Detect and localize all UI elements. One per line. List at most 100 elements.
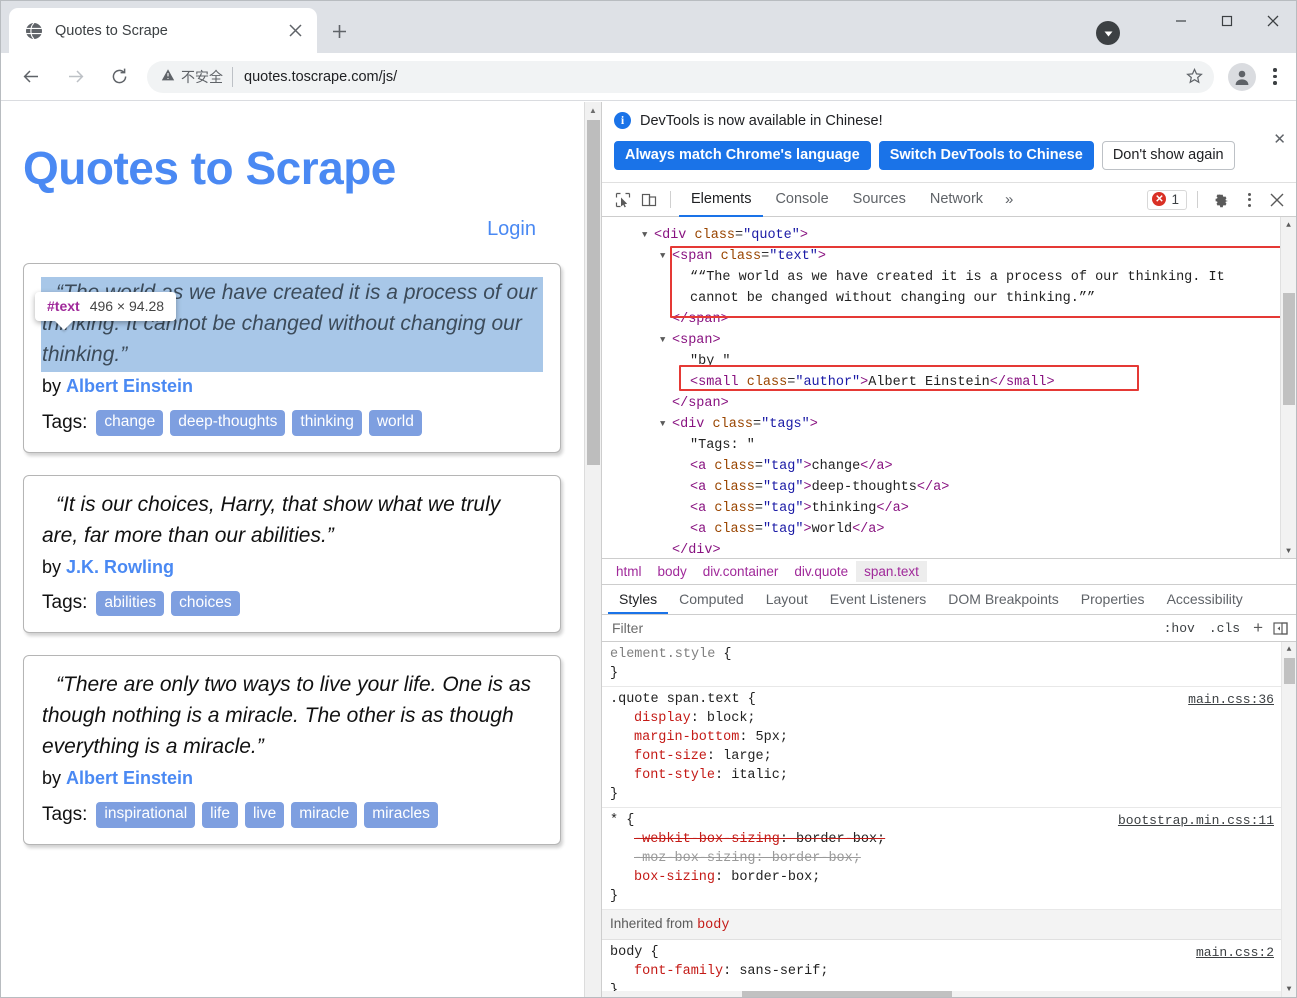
breadcrumb-item[interactable]: span.text: [856, 561, 927, 582]
expand-triangle-icon[interactable]: ▼: [660, 330, 665, 351]
device-toolbar-icon[interactable]: [636, 187, 662, 213]
breadcrumb-item[interactable]: html: [608, 561, 650, 582]
more-tabs-icon[interactable]: »: [995, 191, 1023, 208]
sidebar-tab-event-listeners[interactable]: Event Listeners: [819, 585, 938, 614]
dom-node-line[interactable]: "by ": [654, 351, 1272, 372]
css-rule[interactable]: main.css:2 body {font-family: sans-serif;…: [602, 940, 1296, 997]
new-tab-button[interactable]: [325, 17, 353, 45]
expand-triangle-icon[interactable]: ▼: [660, 414, 665, 435]
tab-sources[interactable]: Sources: [841, 183, 918, 217]
sidebar-tab-dom-breakpoints[interactable]: DOM Breakpoints: [937, 585, 1069, 614]
css-declaration[interactable]: font-size: large;: [610, 747, 1276, 766]
dom-node-line[interactable]: ▼ <span>: [654, 330, 1272, 351]
dont-show-again-button[interactable]: Don't show again: [1101, 141, 1235, 170]
tag-link[interactable]: life: [202, 802, 238, 828]
scroll-down-icon[interactable]: ▼: [1282, 982, 1296, 997]
scroll-up-icon[interactable]: ▲: [1282, 642, 1296, 657]
dom-node-line[interactable]: <small class="author">Albert Einstein</s…: [654, 372, 1272, 393]
tag-link[interactable]: change: [96, 409, 164, 436]
scrollbar-thumb[interactable]: [1283, 293, 1295, 405]
dom-node-line[interactable]: <a class="tag">world</a>: [654, 519, 1272, 540]
css-declaration[interactable]: font-style: italic;: [610, 766, 1276, 785]
gear-icon[interactable]: [1208, 187, 1234, 213]
css-declaration[interactable]: margin-bottom: 5px;: [610, 728, 1276, 747]
css-source-link[interactable]: bootstrap.min.css:11: [1118, 811, 1274, 830]
styles-scrollbar[interactable]: ▲ ▼: [1281, 642, 1296, 997]
tag-link[interactable]: inspirational: [96, 802, 196, 828]
dom-tree-scrollbar[interactable]: ▲ ▼: [1280, 217, 1296, 558]
tag-link[interactable]: thinking: [292, 409, 362, 436]
sidebar-tab-styles[interactable]: Styles: [608, 585, 669, 614]
dom-node-line[interactable]: <a class="tag">thinking</a>: [654, 498, 1272, 519]
toggle-sidebar-icon[interactable]: [1269, 621, 1296, 636]
dom-node-line[interactable]: </span>: [654, 309, 1272, 330]
forward-icon[interactable]: [59, 61, 91, 93]
switch-to-chinese-button[interactable]: Switch DevTools to Chinese: [878, 141, 1094, 170]
sidebar-tab-accessibility[interactable]: Accessibility: [1156, 585, 1254, 614]
breadcrumb-item[interactable]: div.quote: [786, 561, 856, 582]
tab-console[interactable]: Console: [763, 183, 840, 217]
browser-tab[interactable]: Quotes to Scrape: [9, 8, 317, 53]
css-declaration[interactable]: -webkit-box-sizing: border-box;: [610, 830, 1276, 849]
styles-pane[interactable]: element.style {} main.css:36 .quote span.t…: [602, 642, 1296, 997]
quote-author[interactable]: J.K. Rowling: [66, 557, 174, 577]
dom-node-line[interactable]: cannot be changed without changing our t…: [654, 288, 1272, 309]
quote-author[interactable]: Albert Einstein: [66, 376, 193, 396]
bookmark-star-icon[interactable]: [1180, 68, 1208, 85]
dom-node-line[interactable]: <a class="tag">change</a>: [654, 456, 1272, 477]
tab-network[interactable]: Network: [918, 183, 995, 217]
back-icon[interactable]: [15, 61, 47, 93]
dom-node-line[interactable]: ▼ <div class="tags">: [654, 414, 1272, 435]
scrollbar-thumb[interactable]: [1284, 658, 1295, 684]
dom-tree[interactable]: ▼ <div class="quote"> ▼ <span class="text">…: [602, 217, 1296, 559]
dom-node-line[interactable]: ▼ <div class="quote">: [642, 225, 1272, 246]
sidebar-tab-layout[interactable]: Layout: [755, 585, 819, 614]
scroll-up-icon[interactable]: ▲: [585, 102, 601, 119]
page-scrollbar[interactable]: ▲: [584, 102, 601, 997]
download-indicator-icon[interactable]: [1096, 21, 1120, 45]
tag-link[interactable]: world: [368, 409, 422, 436]
scroll-down-icon[interactable]: ▼: [1281, 543, 1296, 558]
tag-link[interactable]: live: [244, 802, 285, 828]
horizontal-scrollbar-thumb[interactable]: [742, 991, 952, 997]
close-window-button[interactable]: [1250, 1, 1296, 41]
tag-link[interactable]: miracle: [291, 802, 358, 828]
dom-node-line[interactable]: <a class="tag">deep-thoughts</a>: [654, 477, 1272, 498]
sidebar-tab-properties[interactable]: Properties: [1070, 585, 1156, 614]
cls-toggle[interactable]: .cls: [1202, 621, 1247, 636]
css-selector[interactable]: body {: [610, 943, 1276, 962]
css-selector[interactable]: element.style {: [610, 645, 1276, 664]
avatar[interactable]: [1228, 62, 1256, 91]
sidebar-tab-computed[interactable]: Computed: [668, 585, 755, 614]
chrome-menu-icon[interactable]: [1262, 68, 1288, 85]
devtools-menu-icon[interactable]: [1236, 187, 1262, 213]
css-rule[interactable]: bootstrap.min.css:11 * {-webkit-box-sizin…: [602, 808, 1296, 910]
reload-icon[interactable]: [103, 61, 135, 93]
css-declaration[interactable]: font-family: sans-serif;: [610, 962, 1276, 981]
tag-link[interactable]: abilities: [96, 590, 165, 617]
address-bar[interactable]: 不安全 quotes.toscrape.com/js/: [147, 60, 1214, 93]
tag-link[interactable]: deep-thoughts: [170, 409, 286, 436]
always-match-language-button[interactable]: Always match Chrome's language: [614, 141, 871, 170]
expand-triangle-icon[interactable]: ▼: [660, 246, 665, 267]
close-icon[interactable]: [283, 19, 307, 43]
error-count-badge[interactable]: ✕ 1: [1147, 189, 1187, 210]
close-notice-icon[interactable]: ✕: [1273, 130, 1286, 148]
dom-node-line[interactable]: </div>: [654, 540, 1272, 558]
css-declaration[interactable]: display: block;: [610, 709, 1276, 728]
search-input[interactable]: [610, 619, 1157, 637]
dom-node-line[interactable]: </span>: [654, 393, 1272, 414]
close-devtools-icon[interactable]: [1264, 187, 1290, 213]
dom-node-line[interactable]: ▼ <span class="text">: [654, 246, 1272, 267]
css-selector[interactable]: .quote span.text {: [610, 690, 1276, 709]
dom-node-line[interactable]: ““The world as we have created it is a p…: [654, 267, 1272, 288]
tab-elements[interactable]: Elements: [679, 183, 764, 217]
hov-toggle[interactable]: :hov: [1157, 621, 1202, 636]
new-style-rule-icon[interactable]: +: [1247, 618, 1269, 638]
quote-author[interactable]: Albert Einstein: [66, 768, 193, 788]
inspect-element-icon[interactable]: [610, 187, 636, 213]
css-rule[interactable]: main.css:36 .quote span.text {display: bl…: [602, 687, 1296, 808]
expand-triangle-icon[interactable]: ▼: [642, 225, 647, 246]
dom-node-line[interactable]: "Tags: ": [654, 435, 1272, 456]
url-text[interactable]: quotes.toscrape.com/js/: [244, 69, 1180, 85]
